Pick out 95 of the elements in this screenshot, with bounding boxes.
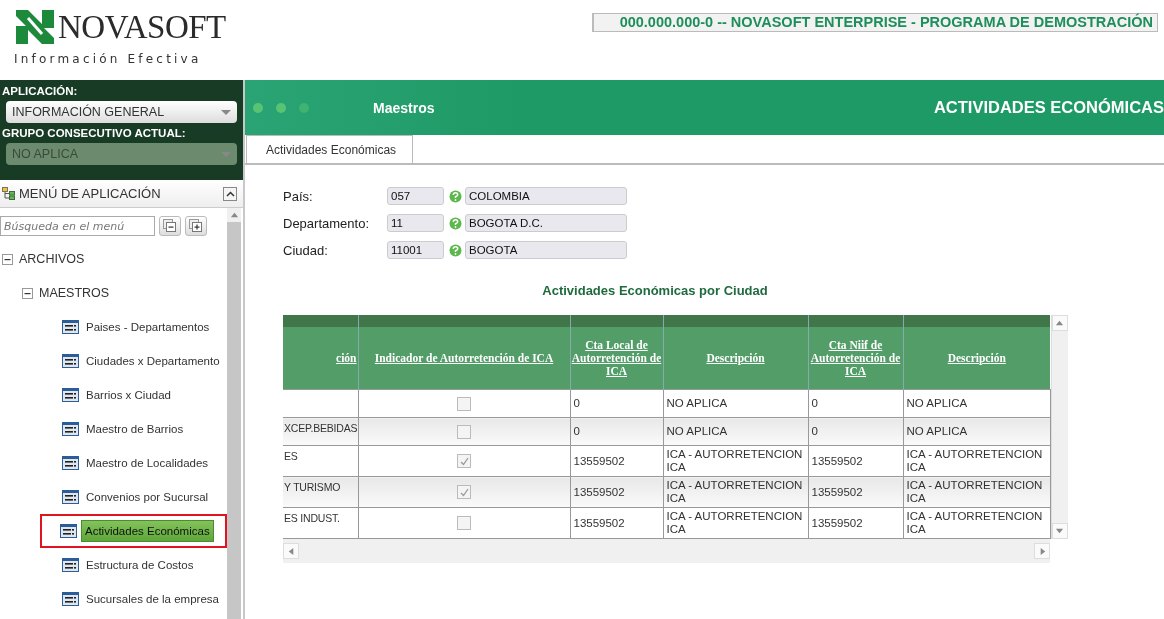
field-label: Departamento: [283,215,370,231]
menu-item[interactable]: Estructura de Costos [83,555,197,575]
form-icon [62,320,79,334]
form-icon [62,592,79,606]
menu-item[interactable]: Sucursales de la empresa [83,589,222,609]
menu-item[interactable]: Maestro de Localidades [83,453,212,473]
table-cell: 13559502 [570,507,663,539]
tab[interactable]: Actividades Económicas [246,135,414,163]
collapse-icon[interactable] [22,287,33,299]
page-title: ACTIVIDADES ECONÓMICAS [933,98,1164,117]
field-label: Ciudad: [283,242,329,258]
table-cell: 13559502 [570,476,663,508]
company-banner: 000.000.000-0 -- NOVASOFT ENTERPRISE - PROGRAMA DE DEMOSTRACIÓN [591,13,1158,32]
expand-all-button[interactable] [185,216,207,236]
window-dot [299,102,309,113]
collapse-all-icon [163,219,177,233]
grid-title: Actividades Económicas por Ciudad [541,283,769,298]
name-field[interactable]: BOGOTA [465,241,627,259]
code-field[interactable]: 11 [387,214,444,232]
menu-title: MENÚ DE APLICACIÓN [19,186,161,201]
table-cell: ES [283,445,358,477]
table-cell: ICA - AUTORRETENCION ICA [903,507,1050,539]
code-field[interactable]: 057 [387,187,444,205]
table-cell: ES INDUST. [283,507,358,539]
code-field[interactable]: 11001 [387,241,444,259]
scrollbar[interactable] [227,208,241,619]
application-dropdown[interactable]: INFORMACIÓN GENERAL [6,101,237,123]
menu-item[interactable]: Paises - Departamentos [83,317,213,337]
menu-item[interactable]: Ciudades x Departamento [83,351,223,371]
scrollbar[interactable] [283,539,1050,563]
scroll-left-icon[interactable] [286,546,296,556]
help-icon[interactable] [449,243,462,257]
form-icon [62,422,79,436]
table-cell: 0 [808,389,903,418]
form-icon [62,490,79,504]
name-field[interactable]: BOGOTA D.C. [465,214,627,232]
table-cell: 0 [570,417,663,446]
tree-structure-icon [2,187,15,200]
form-icon [62,354,79,368]
table-cell: 13559502 [808,476,903,508]
table-cell: ICA - AUTORRETENCION ICA [903,445,1050,477]
window-dot [253,102,263,113]
help-icon[interactable] [449,189,462,203]
name-field[interactable]: COLOMBIA [465,187,627,205]
checkbox[interactable] [457,516,471,530]
group-label: GRUPO CONSECUTIVO ACTUAL: [1,126,187,141]
table-cell: 13559502 [570,445,663,477]
logo-icon [14,8,56,46]
chevron-up-icon [225,190,235,197]
checkbox[interactable] [457,396,471,411]
table-cell: ICA - AUTORRETENCION ICA [663,507,808,539]
checkbox[interactable] [457,424,471,439]
application-label: APLICACIÓN: [1,84,79,99]
table-cell: ICA - AUTORRETENCION ICA [663,445,808,477]
table-cell: 0 [808,417,903,446]
checkbox[interactable] [457,454,471,468]
form-icon [62,558,79,572]
scroll-up-icon[interactable] [229,210,239,220]
collapse-icon[interactable] [2,253,13,265]
menu-item[interactable]: Barrios x Ciudad [83,385,174,405]
table-cell: XCEP.BEBIDAS [283,417,358,446]
table-cell: Y TURISMO [283,476,358,508]
table-cell: 13559502 [808,445,903,477]
table-cell: NO APLICA [903,389,1050,418]
form-icon [62,456,79,470]
table-cell: NO APLICA [903,417,1050,446]
table-cell: 0 [570,389,663,418]
tree-node[interactable]: ARCHIVOS [0,242,227,276]
table-cell: NO APLICA [663,417,808,446]
table-cell: ICA - AUTORRETENCION ICA [903,476,1050,508]
table-cell: ICA - AUTORRETENCION ICA [663,476,808,508]
menu-item[interactable]: Actividades Económicas [81,520,214,542]
tree-node-label[interactable]: MAESTROS [39,286,110,300]
scrollbar[interactable] [1050,315,1068,539]
menu-search-field[interactable]: Búsqueda en el menú [0,216,155,236]
scroll-down-icon[interactable] [1055,526,1065,536]
tree-node[interactable]: MAESTROS [0,276,227,310]
form-icon [62,388,79,402]
collapse-panel-button[interactable] [223,186,237,201]
menu-item[interactable]: Maestro de Barrios [83,419,187,439]
table-cell: 13559502 [808,507,903,539]
expand-all-icon [189,219,203,233]
help-icon[interactable] [449,216,462,230]
collapse-all-button[interactable] [159,216,181,236]
logo-text: NOVASOFT [58,8,226,46]
tree-node-label[interactable]: ARCHIVOS [19,252,85,266]
field-label: País: [283,188,314,204]
logo-tagline: Información Efectiva [14,52,203,66]
checkbox[interactable] [457,485,471,499]
window-dot [276,102,286,113]
form-icon [60,524,77,538]
scroll-up-icon[interactable] [1055,318,1065,328]
table-cell: NO APLICA [663,389,808,418]
section-title: Maestros [373,99,436,116]
menu-item[interactable]: Convenios por Sucursal [83,487,212,507]
